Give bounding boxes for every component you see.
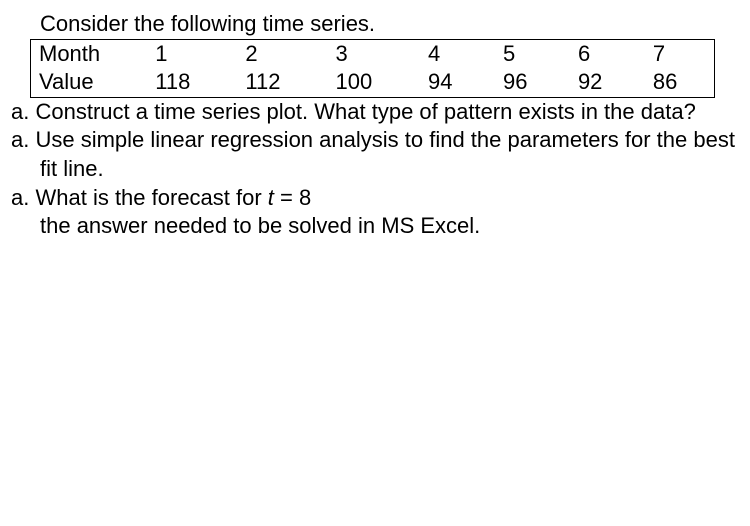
table-cell: 92	[564, 68, 639, 97]
question-text-prefix: What is the forecast for	[35, 185, 267, 210]
table-cell: 7	[639, 40, 714, 69]
time-series-table: Month 1 2 3 4 5 6 7 Value 118 112 100 94…	[31, 40, 714, 97]
table-cell: 2	[231, 40, 321, 69]
table-cell: 94	[414, 68, 489, 97]
table-cell: 6	[564, 40, 639, 69]
question-item: a. Construct a time series plot. What ty…	[0, 98, 750, 127]
table-cell: 4	[414, 40, 489, 69]
table-row: Value 118 112 100 94 96 92 86	[31, 68, 714, 97]
table-cell: 3	[322, 40, 414, 69]
question-text: Use simple linear regression analysis to…	[35, 127, 734, 181]
time-series-table-wrapper: Month 1 2 3 4 5 6 7 Value 118 112 100 94…	[30, 39, 715, 98]
question-text-suffix: = 8	[274, 185, 311, 210]
table-row: Month 1 2 3 4 5 6 7	[31, 40, 714, 69]
question-text: Construct a time series plot. What type …	[35, 99, 695, 124]
note-text: the answer needed to be solved in MS Exc…	[0, 212, 750, 241]
row-label-value: Value	[31, 68, 141, 97]
table-cell: 112	[231, 68, 321, 97]
question-item: a. Use simple linear regression analysis…	[0, 126, 750, 183]
table-cell: 96	[489, 68, 564, 97]
row-label-month: Month	[31, 40, 141, 69]
question-marker: a.	[11, 127, 29, 152]
question-marker: a.	[11, 99, 29, 124]
question-list: a. Construct a time series plot. What ty…	[0, 98, 750, 212]
question-item: a. What is the forecast for t = 8	[0, 184, 750, 213]
intro-text: Consider the following time series.	[0, 10, 750, 39]
question-marker: a.	[11, 185, 29, 210]
table-cell: 86	[639, 68, 714, 97]
table-cell: 118	[141, 68, 231, 97]
table-cell: 5	[489, 40, 564, 69]
table-cell: 100	[322, 68, 414, 97]
table-cell: 1	[141, 40, 231, 69]
